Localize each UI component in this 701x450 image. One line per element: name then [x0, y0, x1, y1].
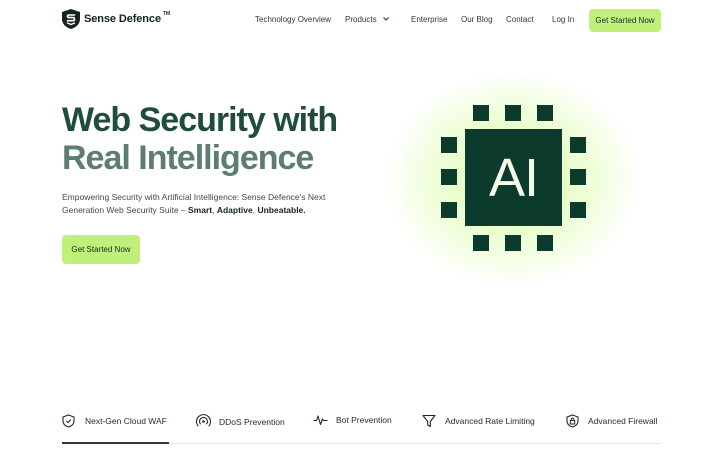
chip-pin: [570, 137, 586, 153]
nav-technology-overview[interactable]: Technology Overview: [255, 15, 331, 24]
shield-icon: [62, 414, 75, 428]
hero-title-line1: Web Security with: [62, 101, 338, 139]
tab-label: Next-Gen Cloud WAF: [85, 416, 167, 426]
ai-chip-illustration: AI: [465, 129, 562, 226]
hero-keyword-smart: Smart: [188, 205, 213, 215]
nav-log-in[interactable]: Log In: [552, 15, 574, 24]
chip-pin: [473, 105, 489, 121]
active-tab-indicator: [62, 442, 169, 444]
tab-label: DDoS Prevention: [219, 416, 285, 427]
chip-pin: [441, 169, 457, 185]
tab-next-gen-cloud-waf[interactable]: Next-Gen Cloud WAF: [62, 414, 167, 428]
signal-icon: [196, 414, 211, 427]
tab-ddos-prevention[interactable]: DDoS Prevention: [196, 414, 285, 429]
chip-pin: [537, 235, 553, 251]
chip-pin: [441, 202, 457, 218]
funnel-icon: [422, 414, 436, 428]
feature-tabs: Next-Gen Cloud WAF DDoS Prevention Bot P…: [0, 410, 701, 432]
chip-pin: [505, 105, 521, 121]
header-get-started-button[interactable]: Get Started Now: [589, 9, 661, 32]
chip-pin: [505, 235, 521, 251]
chip-pin: [570, 169, 586, 185]
tab-label: Advanced Firewall: [588, 416, 658, 426]
nav-products[interactable]: Products: [345, 15, 389, 24]
hero-keyword-adaptive: Adaptive: [216, 205, 253, 215]
lock-icon: [566, 414, 579, 428]
tab-bot-prevention[interactable]: Bot Prevention: [313, 414, 392, 426]
tab-advanced-firewall[interactable]: Advanced Firewall: [566, 414, 657, 428]
chip-pin: [441, 137, 457, 153]
nav-contact[interactable]: Contact: [506, 15, 534, 24]
hero-description: Empowering Security with Artificial Inte…: [62, 191, 352, 217]
tab-advanced-rate-limiting[interactable]: Advanced Rate Limiting: [422, 414, 535, 428]
nav-enterprise[interactable]: Enterprise: [411, 15, 447, 24]
nav-products-label: Products: [345, 15, 377, 24]
chip-pin: [570, 202, 586, 218]
tab-label: Bot Prevention: [336, 415, 392, 425]
pulse-icon: [313, 415, 328, 426]
tab-label: Advanced Rate Limiting: [445, 416, 535, 426]
hero-title: Web Security with Real Intelligence: [62, 101, 338, 177]
chevron-down-icon: [382, 17, 389, 21]
chip-pin: [473, 235, 489, 251]
chip-label: AI: [488, 147, 539, 208]
hero-title-line2: Real Intelligence: [62, 139, 314, 177]
hero-keyword-unbeatable: Unbeatable.: [257, 205, 306, 215]
nav-our-blog[interactable]: Our Blog: [461, 15, 493, 24]
chip-pin: [537, 105, 553, 121]
hero-get-started-button[interactable]: Get Started Now: [62, 235, 140, 264]
